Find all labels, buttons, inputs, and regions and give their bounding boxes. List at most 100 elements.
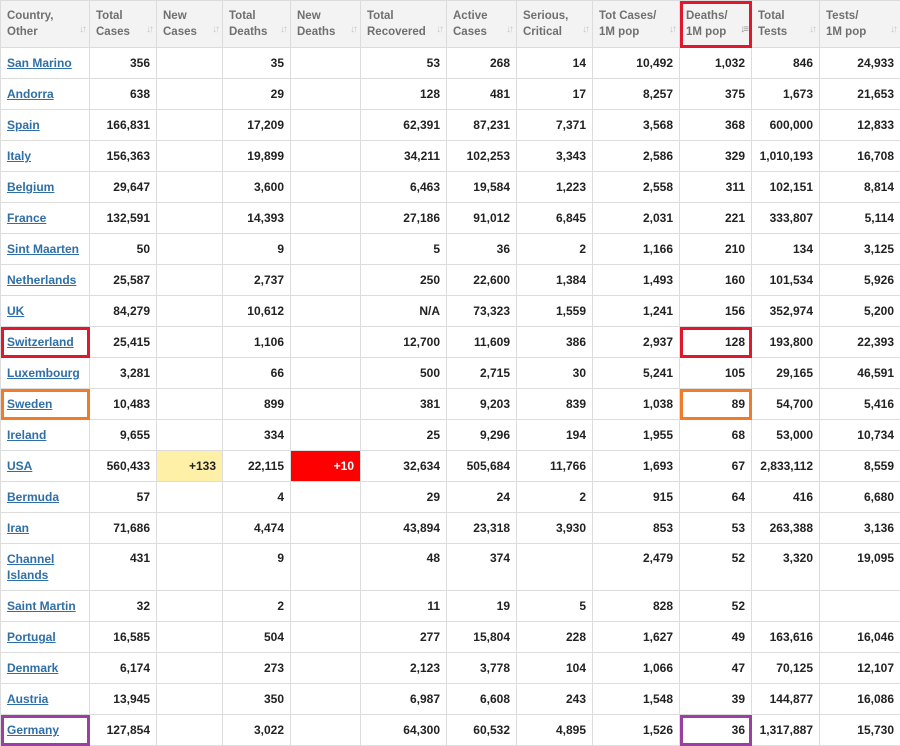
cell-active-cases: 73,323 (446, 295, 517, 327)
column-header-new-deaths[interactable]: New Deaths ↓↑ (290, 0, 361, 48)
country-link[interactable]: Germany (7, 723, 59, 737)
country-link[interactable]: Luxembourg (7, 366, 80, 380)
cell-new-deaths (290, 171, 361, 203)
cell-serious-critical: 5 (516, 590, 593, 622)
country-link[interactable]: Belgium (7, 180, 54, 194)
country-link[interactable]: San Marino (7, 56, 72, 70)
sort-arrows-icon[interactable]: ↓↑ (146, 22, 154, 38)
cell-total-recovered: 5 (360, 233, 447, 265)
cell-total-cases: 32 (89, 590, 157, 622)
cell-total-tests: 1,317,887 (751, 714, 820, 746)
table-row: Iran 71,686 4,474 43,894 23,318 3,930 853 53 263… (0, 512, 900, 544)
cell-country: Belgium (0, 171, 90, 203)
cell-new-deaths (290, 357, 361, 389)
cell-country: Sint Maarten (0, 233, 90, 265)
cell-active-cases: 60,532 (446, 714, 517, 746)
country-link[interactable]: USA (7, 459, 32, 473)
country-link[interactable]: Saint Martin (7, 599, 76, 613)
cell-new-cases (156, 419, 223, 451)
cell-total-tests: 2,833,112 (751, 450, 820, 482)
sort-arrows-icon[interactable]: ↓↑ (669, 22, 677, 38)
cell-total-deaths: 29 (222, 78, 291, 110)
cell-tests-per-1m: 21,653 (819, 78, 900, 110)
column-header-tot-cases-per-1m[interactable]: Tot Cases/ 1M pop ↓↑ (592, 0, 680, 48)
cell-total-tests: 102,151 (751, 171, 820, 203)
table-row: UK 84,279 10,612 N/A 73,323 1,559 1,241 156 352,… (0, 295, 900, 327)
column-header-total-cases[interactable]: Total Cases ↓↑ (89, 0, 157, 48)
column-header-country[interactable]: Country, Other ↓↑ (0, 0, 90, 48)
country-link[interactable]: Ireland (7, 428, 46, 442)
coronavirus-table-view: Country, Other ↓↑ Total Cases ↓↑ New Cases ↓↑… (0, 0, 900, 746)
sort-arrows-icon[interactable]: ↓↑ (350, 22, 358, 38)
country-link[interactable]: Spain (7, 118, 40, 132)
cell-new-cases (156, 47, 223, 79)
column-header-label: New Cases (163, 10, 197, 38)
country-link[interactable]: Sweden (7, 397, 52, 411)
cell-total-deaths: 1,106 (222, 326, 291, 358)
cell-total-cases: 638 (89, 78, 157, 110)
cell-total-cases: 3,281 (89, 357, 157, 389)
cell-total-recovered: 12,700 (360, 326, 447, 358)
cell-active-cases: 505,684 (446, 450, 517, 482)
cell-active-cases: 2,715 (446, 357, 517, 389)
column-header-active-cases[interactable]: Active Cases ↓↑ (446, 0, 517, 48)
cell-total-cases: 71,686 (89, 512, 157, 544)
table-row: Spain 166,831 17,209 62,391 87,231 7,371 3,568… (0, 109, 900, 141)
cell-total-deaths: 334 (222, 419, 291, 451)
cell-tests-per-1m: 5,926 (819, 264, 900, 296)
sort-descending-icon[interactable]: ↓≡ (740, 22, 749, 38)
sort-arrows-icon[interactable]: ↓↑ (506, 22, 514, 38)
column-header-total-tests[interactable]: Total Tests ↓↑ (751, 0, 820, 48)
country-link[interactable]: Andorra (7, 87, 54, 101)
cell-serious-critical: 30 (516, 357, 593, 389)
sort-arrows-icon[interactable]: ↓↑ (436, 22, 444, 38)
cell-new-deaths (290, 78, 361, 110)
country-link[interactable]: Bermuda (7, 490, 59, 504)
column-header-serious-critical[interactable]: Serious, Critical ↓↑ (516, 0, 593, 48)
cell-total-deaths: 9 (222, 233, 291, 265)
cell-active-cases: 9,296 (446, 419, 517, 451)
cell-deaths-per-1m: 156 (679, 295, 752, 327)
country-link[interactable]: Iran (7, 521, 29, 535)
country-link[interactable]: Channel Islands (7, 552, 54, 582)
cell-total-tests: 846 (751, 47, 820, 79)
cell-serious-critical: 104 (516, 652, 593, 684)
country-link[interactable]: Sint Maarten (7, 242, 79, 256)
column-header-total-recovered[interactable]: Total Recovered ↓↑ (360, 0, 447, 48)
country-link[interactable]: Netherlands (7, 273, 76, 287)
cell-total-deaths: 2 (222, 590, 291, 622)
cell-total-cases: 25,415 (89, 326, 157, 358)
column-header-deaths-per-1m[interactable]: Deaths/ 1M pop ↓≡ (679, 0, 752, 48)
country-link[interactable]: Italy (7, 149, 31, 163)
cell-country: Austria (0, 683, 90, 715)
cell-new-cases (156, 140, 223, 172)
country-link[interactable]: Portugal (7, 630, 56, 644)
cell-total-cases: 16,585 (89, 621, 157, 653)
country-link[interactable]: France (7, 211, 46, 225)
cell-serious-critical: 11,766 (516, 450, 593, 482)
cell-active-cases: 19,584 (446, 171, 517, 203)
column-header-tests-per-1m[interactable]: Tests/ 1M pop ↓↑ (819, 0, 900, 48)
sort-arrows-icon[interactable]: ↓↑ (809, 22, 817, 38)
cell-serious-critical: 1,559 (516, 295, 593, 327)
country-link[interactable]: Denmark (7, 661, 58, 675)
cell-tot-cases-per-1m: 1,166 (592, 233, 680, 265)
cell-total-deaths: 273 (222, 652, 291, 684)
cell-country: Bermuda (0, 481, 90, 513)
column-header-label: Tot Cases/ 1M pop (599, 10, 657, 38)
sort-arrows-icon[interactable]: ↓↑ (582, 22, 590, 38)
country-link[interactable]: Austria (7, 692, 48, 706)
table-row: Switzerland 25,415 1,106 12,700 11,609 386 2,9… (0, 326, 900, 358)
sort-arrows-icon[interactable]: ↓↑ (280, 22, 288, 38)
table-row: Netherlands 25,587 2,737 250 22,600 1,384 1,49… (0, 264, 900, 296)
sort-arrows-icon[interactable]: ↓↑ (79, 22, 87, 38)
sort-arrows-icon[interactable]: ↓↑ (890, 22, 898, 38)
column-header-total-deaths[interactable]: Total Deaths ↓↑ (222, 0, 291, 48)
cell-active-cases: 87,231 (446, 109, 517, 141)
sort-arrows-icon[interactable]: ↓↑ (212, 22, 220, 38)
country-link[interactable]: Switzerland (7, 335, 74, 349)
column-header-new-cases[interactable]: New Cases ↓↑ (156, 0, 223, 48)
cell-new-deaths (290, 683, 361, 715)
country-link[interactable]: UK (7, 304, 24, 318)
table-row: Sweden 10,483 899 381 9,203 839 1,038 89 54,700 5… (0, 388, 900, 420)
